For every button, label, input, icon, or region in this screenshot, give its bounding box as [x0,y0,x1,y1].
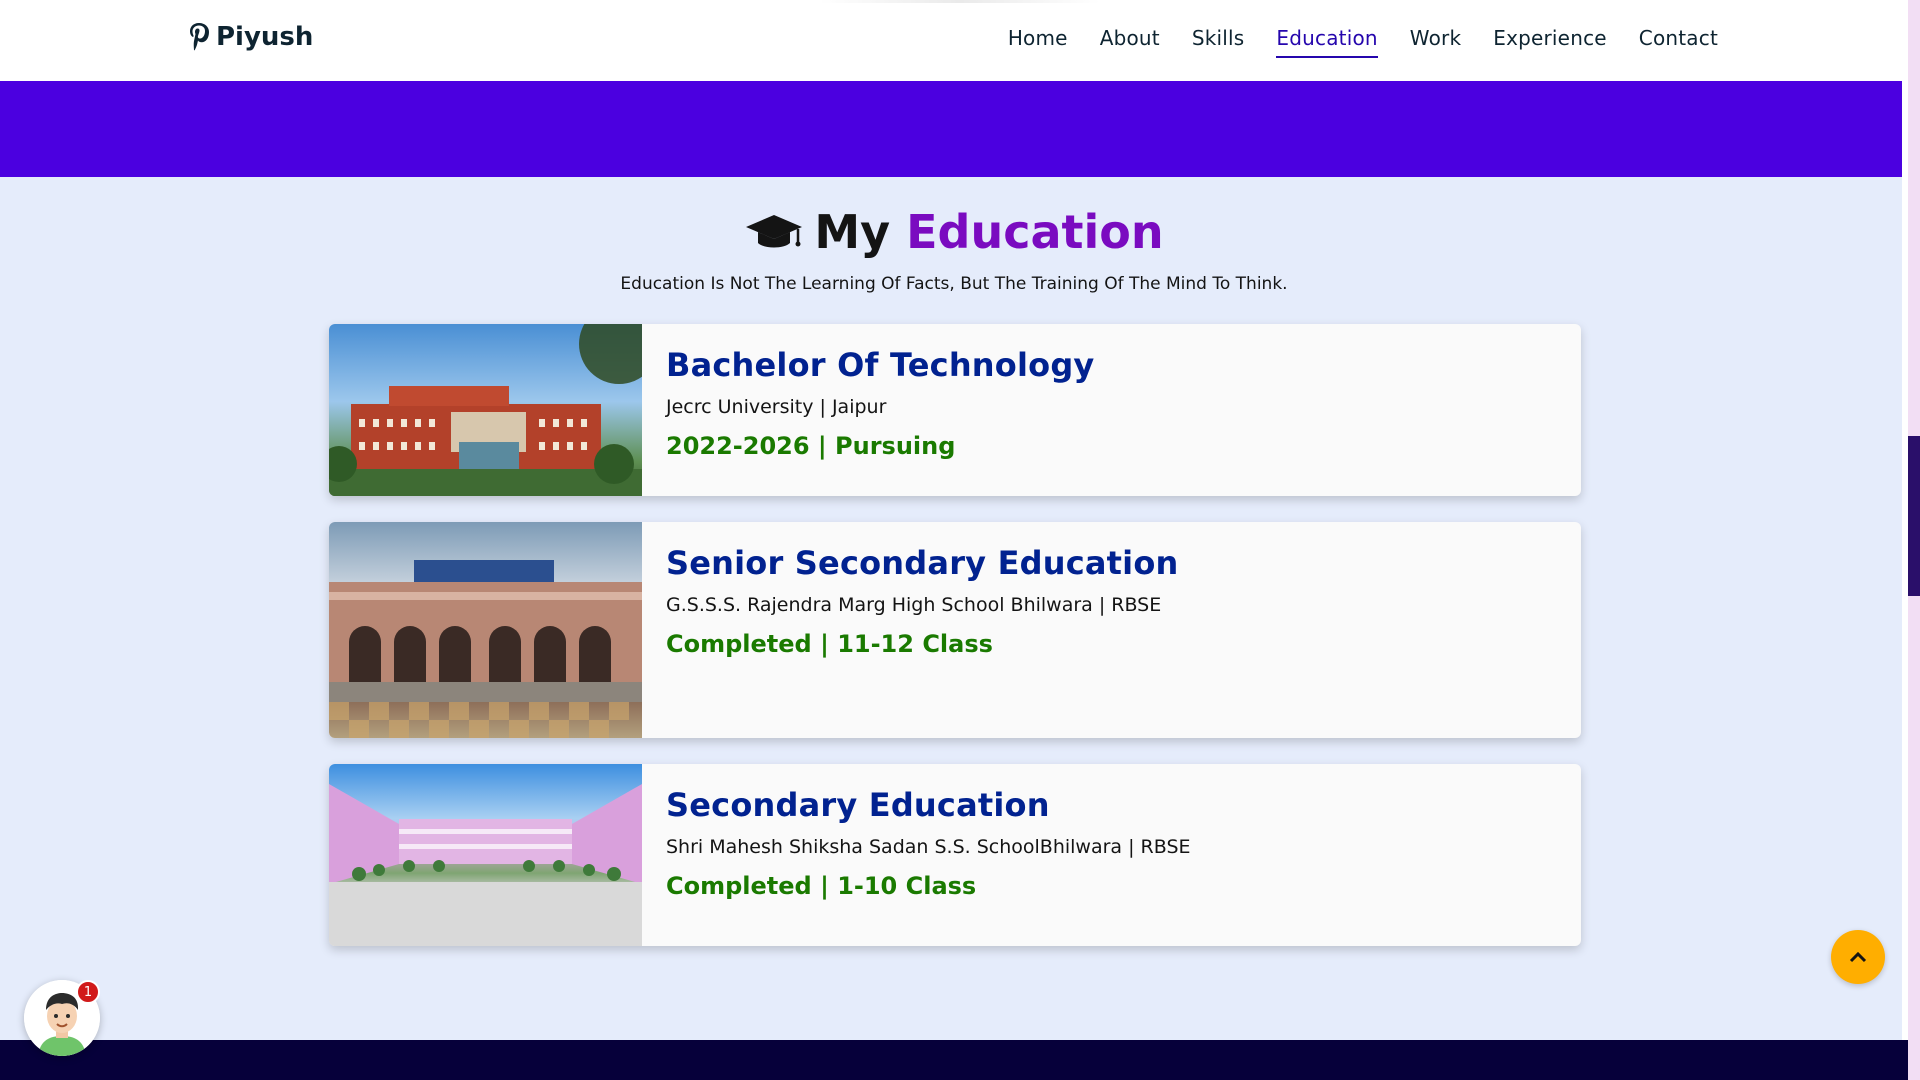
card-content: Senior Secondary Education G.S.S.S. Raje… [642,522,1203,738]
chevron-up-icon [1849,951,1867,963]
education-status: Completed | 11-12 Class [666,630,993,658]
nav-home[interactable]: Home [1008,26,1068,58]
secondary-school-image [329,764,642,946]
education-card: Bachelor Of Technology Jecrc University … [329,324,1581,496]
degree-title: Secondary Education [666,786,1050,824]
title-highlight: Education [906,205,1164,259]
institution-name: G.S.S.S. Rajendra Marg High School Bhilw… [666,594,1162,616]
nav-education[interactable]: Education [1276,26,1378,58]
nav-work[interactable]: Work [1410,26,1461,58]
scrollbar-thumb[interactable] [1908,436,1920,596]
education-status: Completed | 1-10 Class [666,872,977,900]
card-content: Secondary Education Shri Mahesh Shiksha … [642,764,1215,946]
logo-link[interactable]: Piyush [188,22,313,52]
degree-title: Senior Secondary Education [666,544,1179,582]
site-header: Piyush Home About Skills Education Work … [0,0,1908,81]
section-title: My Education [814,205,1163,259]
main-nav: Home About Skills Education Work Experie… [1008,26,1718,58]
site-footer [0,1040,1908,1080]
education-status: 2022-2026 | Pursuing [666,432,956,460]
hero-band [0,81,1908,177]
institution-name: Shri Mahesh Shiksha Sadan S.S. SchoolBhi… [666,836,1191,858]
graduation-cap-icon [746,215,803,248]
section-quote: Education Is Not The Learning Of Facts, … [620,274,1288,294]
scroll-to-top-button[interactable] [1831,930,1885,984]
degree-title: Bachelor Of Technology [666,346,1095,384]
education-card: Senior Secondary Education G.S.S.S. Raje… [329,522,1581,738]
pinterest-p-icon [190,23,209,51]
university-image [329,324,642,496]
section-heading: My Education [0,205,1908,259]
card-content: Bachelor Of Technology Jecrc University … [642,324,1119,496]
title-prefix: My [814,205,891,259]
notification-badge: 1 [76,980,100,1004]
nav-contact[interactable]: Contact [1639,26,1718,58]
nav-about[interactable]: About [1100,26,1160,58]
institution-name: Jecrc University | Jaipur [666,396,887,418]
header-accent [820,0,1100,3]
logo-text: Piyush [216,22,314,52]
senior-school-image [329,522,642,738]
nav-skills[interactable]: Skills [1192,26,1245,58]
nav-experience[interactable]: Experience [1493,26,1607,58]
education-card: Secondary Education Shri Mahesh Shiksha … [329,764,1581,946]
